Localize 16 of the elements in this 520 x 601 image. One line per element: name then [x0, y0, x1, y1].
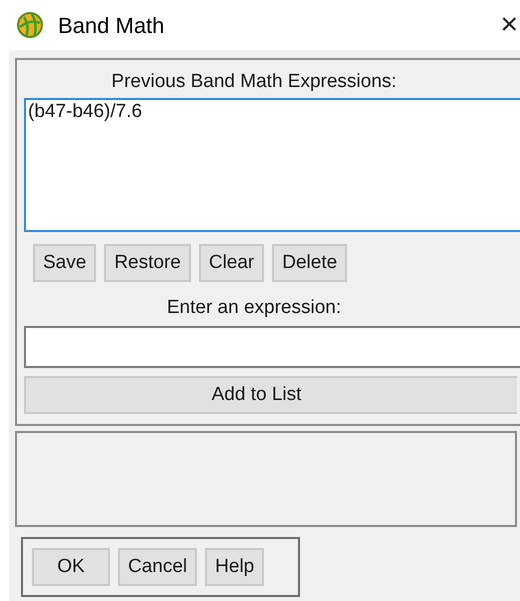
- window-title: Band Math: [58, 12, 164, 40]
- dialog-button[interactable]: Help: [205, 548, 264, 586]
- globe-icon: [16, 11, 44, 39]
- list-item[interactable]: (b47-b46)/7.6: [28, 100, 520, 124]
- action-button[interactable]: Clear: [198, 244, 264, 282]
- add-to-list-button[interactable]: Add to List: [24, 376, 517, 414]
- expression-field[interactable]: [24, 326, 520, 368]
- list-label: Previous Band Math Expressions:: [110, 70, 398, 94]
- dialog-button[interactable]: OK: [32, 548, 110, 586]
- expression-list[interactable]: (b47-b46)/7.6: [24, 98, 520, 232]
- dialog-button[interactable]: Cancel: [118, 548, 198, 586]
- action-button[interactable]: Restore: [104, 244, 191, 282]
- action-button[interactable]: Delete: [272, 244, 348, 282]
- close-button[interactable]: ×: [500, 10, 518, 40]
- action-button[interactable]: Save: [33, 244, 96, 282]
- expression-label: Enter an expression:: [166, 296, 342, 320]
